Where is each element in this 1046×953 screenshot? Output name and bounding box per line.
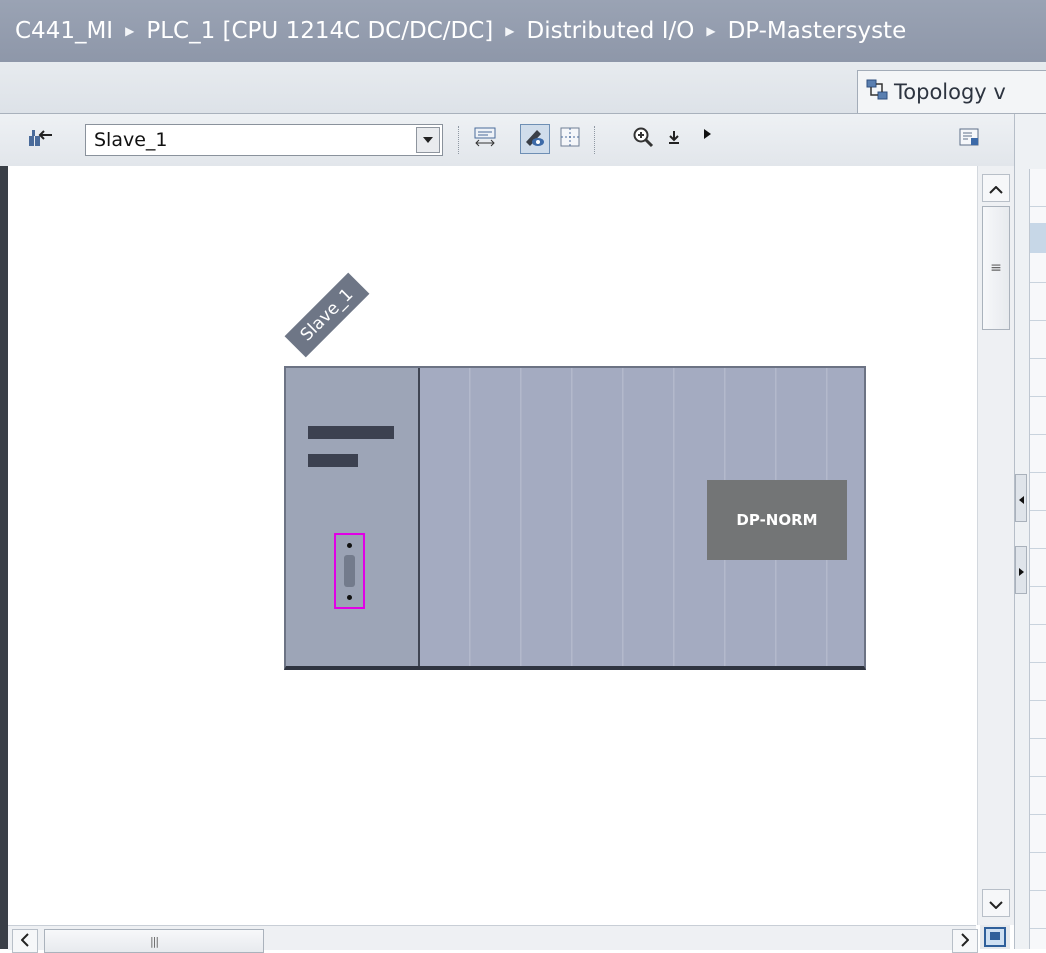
port-pin — [347, 543, 352, 548]
topology-view-icon — [866, 79, 888, 106]
breadcrumb-item-project[interactable]: C441_MI — [0, 18, 119, 44]
page-break-button[interactable] — [555, 124, 585, 154]
chevron-right-icon — [961, 932, 970, 951]
device-select-value: Slave_1 — [94, 129, 168, 151]
collapse-panel-button[interactable] — [1015, 474, 1027, 522]
panel-row-stripes — [1029, 169, 1046, 949]
zoom-in-button[interactable] — [628, 124, 658, 154]
scroll-right-button[interactable] — [952, 929, 978, 953]
module-label-bar — [308, 454, 358, 467]
dp-interface-port[interactable] — [334, 533, 365, 609]
download-icon — [668, 129, 680, 149]
selected-row-highlight — [1030, 223, 1046, 253]
sub-d-connector-icon — [344, 555, 355, 587]
scroll-left-button[interactable] — [12, 929, 38, 953]
horizontal-scrollbar[interactable]: ||| — [8, 925, 978, 953]
edit-view-toggle[interactable] — [520, 124, 550, 154]
zoom-in-icon — [632, 126, 654, 152]
scroll-down-button[interactable] — [982, 889, 1010, 917]
edit-view-icon — [523, 126, 547, 152]
breadcrumb: C441_MI ▶ PLC_1 [CPU 1214C DC/DC/DC] ▶ D… — [0, 0, 1046, 62]
horizontal-scroll-thumb[interactable]: ||| — [44, 929, 264, 953]
overview-navigation-icon — [984, 927, 1006, 951]
show-module-labels-icon — [473, 126, 497, 152]
port-pin — [347, 595, 352, 600]
interface-module[interactable] — [286, 368, 420, 666]
breadcrumb-item-plc[interactable]: PLC_1 [CPU 1214C DC/DC/DC] — [140, 18, 499, 44]
zoom-download-button[interactable] — [666, 124, 682, 154]
chevron-up-icon — [989, 179, 1003, 198]
triangle-right-icon — [1018, 561, 1024, 580]
right-task-panel-edge — [1014, 114, 1046, 949]
triangle-right-icon: ▶ — [505, 24, 515, 38]
overview-navigation-button[interactable] — [980, 925, 1010, 949]
triangle-right-icon: ▶ — [125, 24, 135, 38]
chevron-down-icon[interactable] — [416, 127, 440, 153]
vertical-scrollbar[interactable]: ≡ — [977, 166, 1014, 925]
left-window-edge — [0, 114, 8, 949]
triangle-right-icon: ▶ — [706, 24, 716, 38]
scroll-grip-icon: ||| — [149, 934, 159, 948]
device-view-toolbar: Slave_1 — [0, 114, 1046, 166]
module-label-bar — [308, 426, 394, 439]
toolbar-overflow-button[interactable] — [700, 118, 714, 148]
network-view-icon — [28, 126, 54, 152]
tab-topology-label: Topology v — [894, 80, 1006, 104]
device-rack[interactable]: DP-NORM — [284, 366, 866, 670]
scroll-up-button[interactable] — [982, 174, 1010, 202]
view-tab-row: Topology v — [0, 62, 1046, 114]
chevron-left-icon — [20, 932, 29, 951]
scroll-grip-icon: ≡ — [990, 260, 1002, 276]
expand-panel-button[interactable] — [1015, 546, 1027, 594]
network-view-button[interactable] — [26, 124, 56, 154]
breadcrumb-item-distributed-io[interactable]: Distributed I/O — [520, 18, 700, 44]
device-select[interactable]: Slave_1 — [85, 124, 443, 156]
more-icon — [703, 124, 711, 143]
chevron-down-icon — [989, 894, 1003, 913]
vertical-scroll-thumb[interactable]: ≡ — [982, 206, 1010, 330]
properties-panel-icon — [958, 126, 980, 152]
properties-panel-button[interactable] — [954, 124, 984, 154]
tab-topology-view[interactable]: Topology v — [857, 70, 1046, 113]
breadcrumb-item-dp-mastersystem[interactable]: DP-Mastersyste — [722, 18, 913, 44]
show-module-labels-button[interactable] — [470, 124, 500, 154]
dp-norm-module[interactable]: DP-NORM — [707, 480, 847, 560]
module-slots[interactable]: DP-NORM — [420, 368, 864, 666]
triangle-left-icon — [1018, 489, 1024, 508]
page-break-icon — [559, 126, 581, 152]
